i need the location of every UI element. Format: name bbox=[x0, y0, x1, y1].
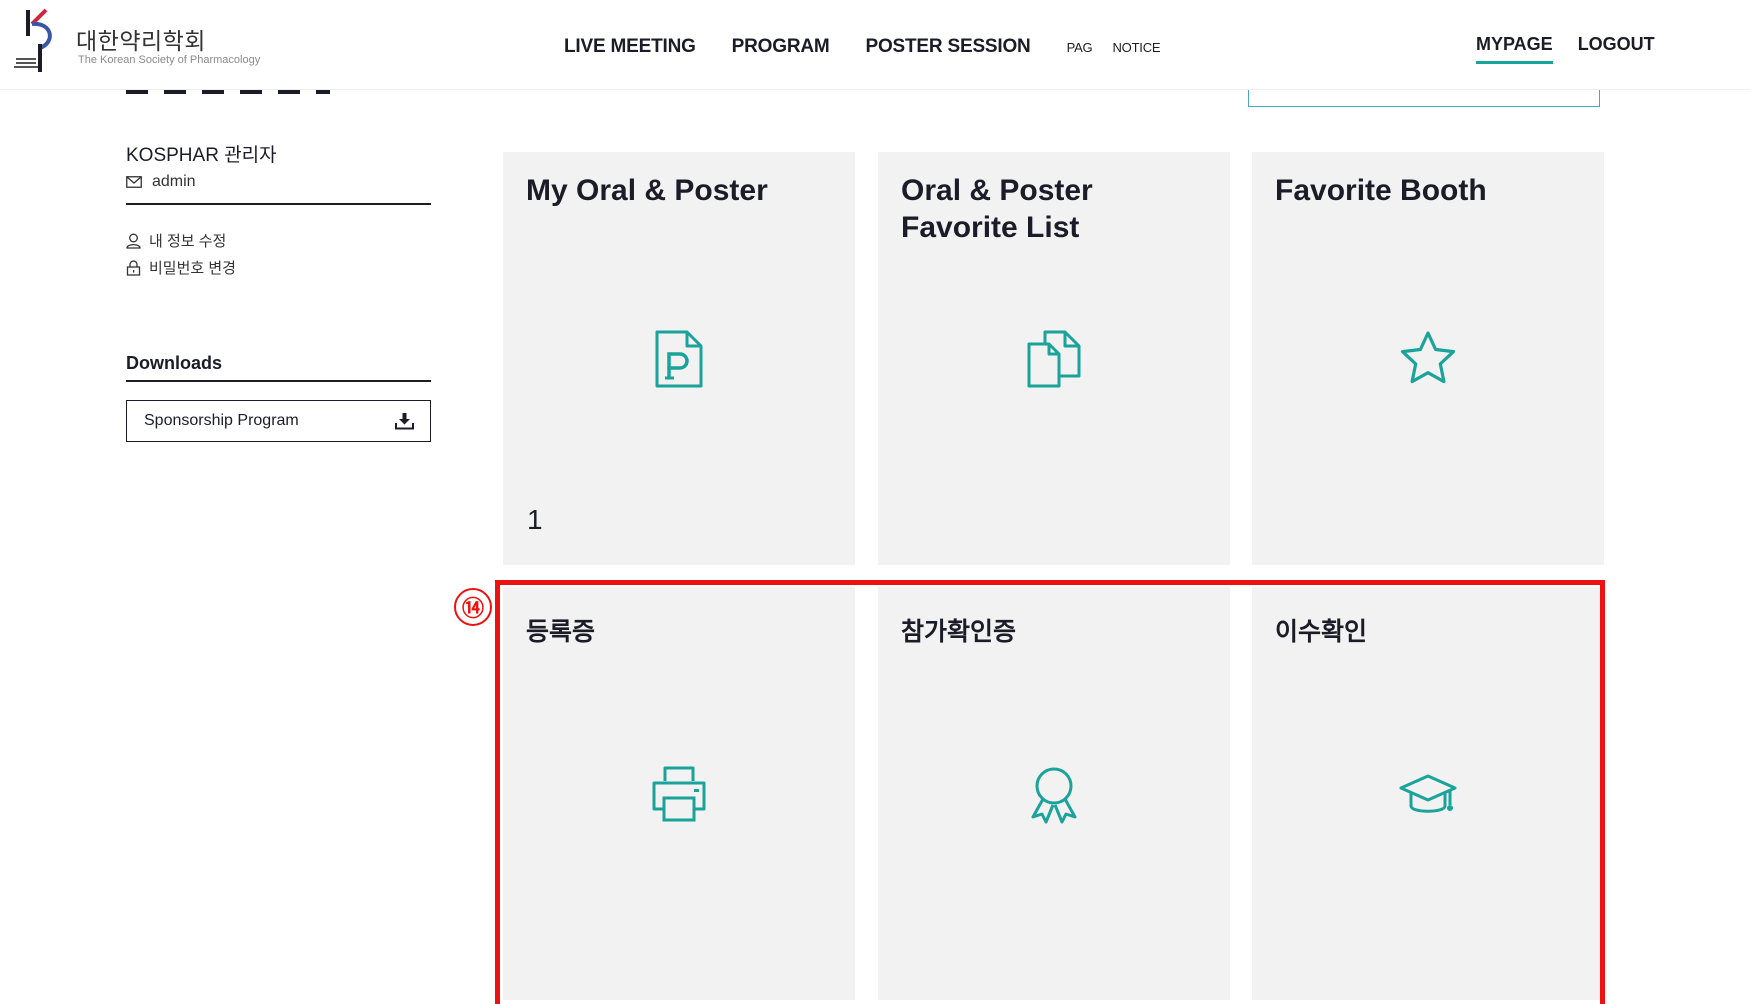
annotation-badge: ⑭ bbox=[454, 588, 492, 626]
nav-poster-session[interactable]: POSTER SESSION bbox=[866, 36, 1031, 58]
poster-p-icon bbox=[655, 330, 703, 388]
logo-korean-text: 대한약리학회 bbox=[76, 29, 206, 55]
download-item-label: Sponsorship Program bbox=[144, 412, 299, 429]
card-title: 등록증 bbox=[526, 617, 596, 646]
download-icon bbox=[395, 412, 414, 429]
edit-profile-label: 내 정보 수정 bbox=[149, 233, 227, 250]
oral-poster-count: 1 bbox=[527, 504, 543, 535]
printer-icon bbox=[652, 766, 706, 822]
card-my-oral-poster[interactable]: My Oral & Poster 1 bbox=[503, 152, 855, 565]
account-links: 내 정보 수정 비밀번호 변경 bbox=[126, 227, 431, 281]
logout-link[interactable]: LOGOUT bbox=[1578, 34, 1655, 64]
change-password-link[interactable]: 비밀번호 변경 bbox=[126, 254, 431, 281]
card-title: My Oral & Poster bbox=[526, 174, 768, 207]
sidebar-divider bbox=[126, 203, 431, 205]
nav-notice[interactable]: NOTICE bbox=[1112, 40, 1160, 55]
card-title: 이수확인 bbox=[1275, 617, 1368, 646]
user-id-row: admin bbox=[126, 173, 431, 191]
user-name: KOSPHAR 관리자 bbox=[126, 145, 277, 166]
lock-icon bbox=[126, 259, 141, 276]
graduation-cap-icon bbox=[1399, 774, 1457, 813]
card-title: Favorite Booth bbox=[1275, 174, 1487, 207]
logo-mark-icon bbox=[14, 8, 52, 72]
download-sponsorship-button[interactable]: Sponsorship Program bbox=[126, 400, 431, 442]
mypage-link[interactable]: MYPAGE bbox=[1476, 34, 1553, 64]
edit-profile-link[interactable]: 내 정보 수정 bbox=[126, 227, 431, 254]
card-title: 참가확인증 bbox=[901, 617, 1017, 646]
site-header: 대한약리학회 The Korean Society of Pharmacolog… bbox=[0, 0, 1750, 90]
mypage-sidebar: KOSPHAR 관리자 admin 내 정보 수정 비밀번호 변경 Downlo… bbox=[126, 140, 431, 442]
downloads-heading: Downloads bbox=[126, 353, 431, 382]
star-icon bbox=[1400, 331, 1456, 384]
mail-icon bbox=[126, 176, 142, 188]
main-nav: LIVE MEETING PROGRAM POSTER SESSION PAG … bbox=[564, 36, 1180, 58]
card-registration[interactable]: 등록증 bbox=[503, 587, 855, 1000]
documents-icon bbox=[1027, 330, 1081, 388]
user-icon bbox=[126, 233, 141, 249]
nav-program[interactable]: PROGRAM bbox=[732, 36, 830, 58]
user-menu: MYPAGE LOGOUT bbox=[1476, 34, 1680, 64]
change-password-label: 비밀번호 변경 bbox=[149, 260, 236, 277]
card-title: Oral & Poster Favorite List bbox=[901, 174, 1093, 244]
site-logo[interactable]: 대한약리학회 The Korean Society of Pharmacolog… bbox=[12, 4, 312, 84]
user-id: admin bbox=[152, 173, 196, 190]
logo-english-text: The Korean Society of Pharmacology bbox=[78, 54, 261, 66]
card-attendance[interactable]: 참가확인증 bbox=[878, 587, 1230, 1000]
card-favorite-booth[interactable]: Favorite Booth bbox=[1252, 152, 1604, 565]
nav-pag[interactable]: PAG bbox=[1067, 40, 1093, 55]
nav-live-meeting[interactable]: LIVE MEETING bbox=[564, 36, 696, 58]
card-favorite-list[interactable]: Oral & Poster Favorite List bbox=[878, 152, 1230, 565]
award-ribbon-icon bbox=[1031, 767, 1077, 824]
card-completion[interactable]: 이수확인 bbox=[1252, 587, 1604, 1000]
